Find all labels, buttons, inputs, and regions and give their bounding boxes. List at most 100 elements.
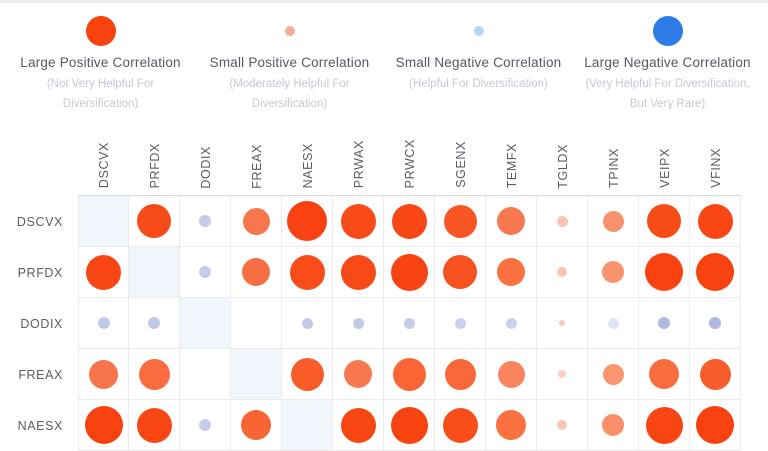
matrix-corner (0, 124, 78, 196)
matrix-cell-dscvx-dodix[interactable] (180, 196, 231, 247)
legend-item-label: Large Negative Correlation (573, 55, 762, 70)
matrix-cell-naesx-freax[interactable] (231, 400, 282, 451)
matrix-cell-freax-prwcx[interactable] (384, 349, 435, 400)
matrix-cell-dscvx-tgldx[interactable] (537, 196, 588, 247)
matrix-cell-dodix-dodix[interactable] (180, 298, 231, 349)
matrix-cell-dscvx-naesx[interactable] (282, 196, 333, 247)
matrix-cell-dodix-prfdx[interactable] (129, 298, 180, 349)
matrix-cell-dodix-tpinx[interactable] (588, 298, 639, 349)
matrix-cell-prfdx-dodix[interactable] (180, 247, 231, 298)
matrix-cell-naesx-naesx[interactable] (282, 400, 333, 451)
matrix-cell-prfdx-dscvx[interactable] (78, 247, 129, 298)
correlation-dot (287, 201, 327, 241)
matrix-cell-prfdx-tpinx[interactable] (588, 247, 639, 298)
matrix-cell-prfdx-vfinx[interactable] (690, 247, 741, 298)
correlation-dot (602, 414, 624, 436)
matrix-cell-freax-sgenx[interactable] (435, 349, 486, 400)
legend-item-label: Small Negative Correlation (384, 55, 573, 70)
column-header-vfinx: VFINX (690, 124, 741, 196)
matrix-cell-prfdx-naesx[interactable] (282, 247, 333, 298)
column-header-sgenx: SGENX (435, 124, 486, 196)
matrix-cell-dscvx-temfx[interactable] (486, 196, 537, 247)
matrix-cell-dscvx-freax[interactable] (231, 196, 282, 247)
matrix-cell-prfdx-prwcx[interactable] (384, 247, 435, 298)
matrix-cell-dodix-sgenx[interactable] (435, 298, 486, 349)
matrix-cell-prfdx-veipx[interactable] (639, 247, 690, 298)
matrix-cell-prfdx-temfx[interactable] (486, 247, 537, 298)
legend-dot-wrap (384, 14, 573, 48)
matrix-cell-naesx-dscvx[interactable] (78, 400, 129, 451)
matrix-cell-dscvx-vfinx[interactable] (690, 196, 741, 247)
column-header-label: TEMFX (505, 143, 519, 188)
matrix-cell-naesx-prwax[interactable] (333, 400, 384, 451)
correlation-dot (137, 408, 172, 443)
matrix-cell-dscvx-sgenx[interactable] (435, 196, 486, 247)
matrix-cell-freax-prfdx[interactable] (129, 349, 180, 400)
small-positive-correlation-circle-icon (285, 26, 295, 36)
correlation-dot (698, 204, 733, 239)
column-header-temfx: TEMFX (486, 124, 537, 196)
matrix-cell-dodix-dscvx[interactable] (78, 298, 129, 349)
matrix-cell-naesx-sgenx[interactable] (435, 400, 486, 451)
matrix-cell-prfdx-freax[interactable] (231, 247, 282, 298)
matrix-cell-freax-vfinx[interactable] (690, 349, 741, 400)
matrix-cell-naesx-tpinx[interactable] (588, 400, 639, 451)
correlation-dot (243, 208, 270, 235)
matrix-cell-prfdx-prwax[interactable] (333, 247, 384, 298)
matrix-cell-prfdx-tgldx[interactable] (537, 247, 588, 298)
correlation-dot (497, 207, 525, 235)
matrix-cell-freax-naesx[interactable] (282, 349, 333, 400)
column-header-label: FREAX (250, 144, 264, 189)
matrix-cell-freax-dscvx[interactable] (78, 349, 129, 400)
matrix-cell-freax-tpinx[interactable] (588, 349, 639, 400)
matrix-cell-naesx-prwcx[interactable] (384, 400, 435, 451)
matrix-cell-dscvx-prfdx[interactable] (129, 196, 180, 247)
matrix-cell-naesx-veipx[interactable] (639, 400, 690, 451)
matrix-cell-dscvx-veipx[interactable] (639, 196, 690, 247)
matrix-cell-freax-tgldx[interactable] (537, 349, 588, 400)
correlation-dot (696, 406, 734, 444)
legend-dot-wrap (573, 14, 762, 48)
matrix-cell-dodix-tgldx[interactable] (537, 298, 588, 349)
matrix-cell-dodix-freax[interactable] (231, 298, 282, 349)
matrix-cell-freax-temfx[interactable] (486, 349, 537, 400)
column-header-label: VEIPX (658, 148, 672, 188)
correlation-dot (344, 360, 372, 388)
matrix-cell-dscvx-prwcx[interactable] (384, 196, 435, 247)
correlation-dot (85, 406, 123, 444)
matrix-cell-naesx-temfx[interactable] (486, 400, 537, 451)
legend-dot-wrap (6, 14, 195, 48)
correlation-dot (302, 318, 313, 329)
matrix-cell-freax-veipx[interactable] (639, 349, 690, 400)
matrix-cell-naesx-vfinx[interactable] (690, 400, 741, 451)
column-header-naesx: NAESX (282, 124, 333, 196)
row-label-freax: FREAX (0, 349, 78, 400)
matrix-cell-naesx-dodix[interactable] (180, 400, 231, 451)
matrix-cell-dodix-naesx[interactable] (282, 298, 333, 349)
correlation-dot (602, 261, 624, 283)
matrix-cell-dodix-prwax[interactable] (333, 298, 384, 349)
matrix-cell-prfdx-prfdx[interactable] (129, 247, 180, 298)
large-positive-correlation-circle-icon (86, 16, 116, 46)
matrix-cell-dscvx-prwax[interactable] (333, 196, 384, 247)
column-header-prfdx: PRFDX (129, 124, 180, 196)
matrix-cell-naesx-tgldx[interactable] (537, 400, 588, 451)
correlation-dot (557, 420, 567, 430)
column-header-freax: FREAX (231, 124, 282, 196)
matrix-cell-dodix-prwcx[interactable] (384, 298, 435, 349)
matrix-cell-dodix-vfinx[interactable] (690, 298, 741, 349)
correlation-dot (199, 266, 211, 278)
matrix-cell-freax-freax[interactable] (231, 349, 282, 400)
matrix-cell-dscvx-tpinx[interactable] (588, 196, 639, 247)
matrix-cell-dodix-temfx[interactable] (486, 298, 537, 349)
correlation-dot (445, 359, 476, 390)
legend-dot-wrap (195, 14, 384, 48)
matrix-cell-naesx-prfdx[interactable] (129, 400, 180, 451)
column-header-tpinx: TPINX (588, 124, 639, 196)
matrix-cell-dodix-veipx[interactable] (639, 298, 690, 349)
matrix-cell-prfdx-sgenx[interactable] (435, 247, 486, 298)
correlation-dot (658, 317, 670, 329)
matrix-cell-dscvx-dscvx[interactable] (78, 196, 129, 247)
matrix-cell-freax-dodix[interactable] (180, 349, 231, 400)
matrix-cell-freax-prwax[interactable] (333, 349, 384, 400)
